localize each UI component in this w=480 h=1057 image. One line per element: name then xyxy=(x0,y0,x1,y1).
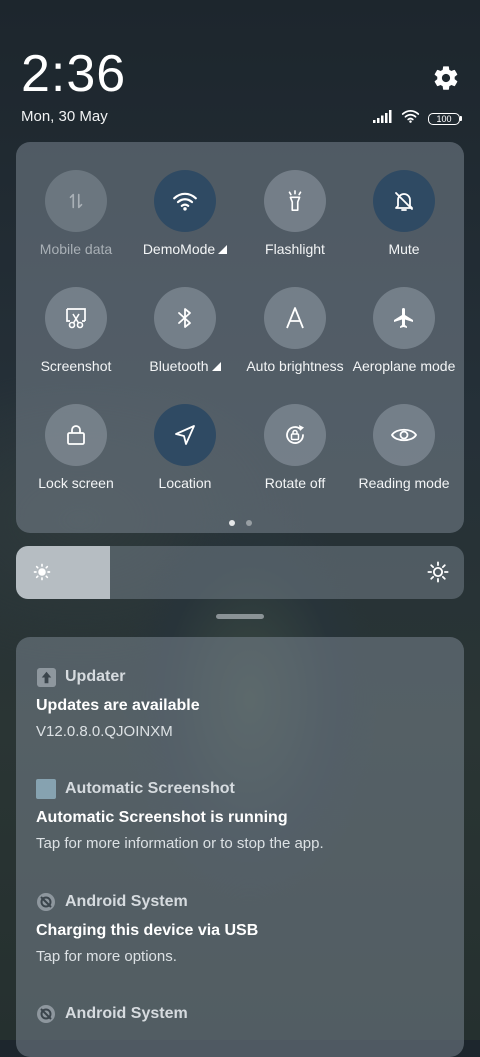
page-indicator xyxy=(16,520,464,526)
tile-label: Mobile data xyxy=(39,241,113,257)
tile-reading-mode[interactable]: Reading mode xyxy=(349,404,459,491)
android-system-icon xyxy=(36,892,56,912)
brightness-high-icon xyxy=(427,561,449,588)
notification-android-system-usb[interactable]: Android System Charging this device via … xyxy=(36,892,448,965)
updater-icon xyxy=(36,667,56,687)
tile-mute[interactable]: Mute xyxy=(349,170,459,257)
eye-icon xyxy=(373,404,435,466)
notification-title: Automatic Screenshot is running xyxy=(36,809,288,826)
tile-label: Lock screen xyxy=(38,475,114,491)
lock-icon xyxy=(45,404,107,466)
expand-corner-icon xyxy=(211,362,221,371)
wifi-icon xyxy=(401,109,420,128)
status-icons: 100 xyxy=(373,109,462,128)
notification-automatic-screenshot[interactable]: Automatic Screenshot Automatic Screensho… xyxy=(36,779,448,852)
notification-android-system[interactable]: Android System xyxy=(36,1004,448,1024)
brightness-fill xyxy=(16,546,110,599)
tile-label: Flashlight xyxy=(265,241,325,257)
mobile-data-icon xyxy=(45,170,107,232)
tile-label: Reading mode xyxy=(358,475,450,491)
signal-icon xyxy=(373,109,393,128)
battery-icon: 100 xyxy=(428,112,462,125)
panel-drag-handle[interactable] xyxy=(216,614,264,619)
wifi-icon xyxy=(154,170,216,232)
page-dot[interactable] xyxy=(245,520,252,526)
tile-label: Location xyxy=(158,475,212,491)
tile-label: Mute xyxy=(388,241,420,257)
tile-aeroplane-mode[interactable]: Aeroplane mode xyxy=(349,287,459,374)
notification-title: Charging this device via USB xyxy=(36,922,259,939)
tile-rotate-off[interactable]: Rotate off xyxy=(240,404,350,491)
notification-app-name: Updater xyxy=(65,668,126,685)
app-square-icon xyxy=(36,779,56,799)
tile-auto-brightness[interactable]: Auto brightness xyxy=(240,287,350,374)
notification-body: Tap for more options. xyxy=(36,948,177,965)
date[interactable]: Mon, 30 May xyxy=(21,108,108,125)
quick-settings-panel: Mobile data DemoMode Flashlight Mute Scr… xyxy=(16,142,464,533)
notification-app-name: Android System xyxy=(65,1005,188,1022)
auto-brightness-icon xyxy=(264,287,326,349)
tile-screenshot[interactable]: Screenshot xyxy=(21,287,131,374)
tile-demomode[interactable]: DemoMode xyxy=(130,170,240,257)
tile-flashlight[interactable]: Flashlight xyxy=(240,170,350,257)
notification-updater[interactable]: Updater Updates are available V12.0.8.0.… xyxy=(36,667,448,740)
bell-off-icon xyxy=(373,170,435,232)
notification-panel: Updater Updates are available V12.0.8.0.… xyxy=(16,637,464,1057)
notification-body: Tap for more information or to stop the … xyxy=(36,835,324,852)
flashlight-icon xyxy=(264,170,326,232)
notification-title: Updates are available xyxy=(36,697,200,714)
notification-app-name: Automatic Screenshot xyxy=(65,780,235,797)
tile-label: Aeroplane mode xyxy=(352,358,456,374)
aeroplane-icon xyxy=(373,287,435,349)
brightness-low-icon xyxy=(33,563,51,586)
settings-gear-icon[interactable] xyxy=(432,64,460,92)
tile-label: Auto brightness xyxy=(246,358,344,374)
notification-body: V12.0.8.0.QJOINXM xyxy=(36,723,173,740)
tile-label: Screenshot xyxy=(40,358,112,374)
tile-bluetooth[interactable]: Bluetooth xyxy=(130,287,240,374)
tile-label: DemoMode xyxy=(142,241,216,257)
android-system-icon xyxy=(36,1004,56,1024)
notification-app-name: Android System xyxy=(65,893,188,910)
expand-corner-icon xyxy=(218,245,228,254)
tile-label: Bluetooth xyxy=(149,358,209,374)
bluetooth-icon xyxy=(154,287,216,349)
battery-level: 100 xyxy=(428,112,460,125)
page-dot-active xyxy=(228,520,235,526)
brightness-slider[interactable] xyxy=(16,546,464,599)
tile-label: Rotate off xyxy=(264,475,326,491)
tile-location[interactable]: Location xyxy=(130,404,240,491)
tile-lock-screen[interactable]: Lock screen xyxy=(21,404,131,491)
tile-mobile-data[interactable]: Mobile data xyxy=(21,170,131,257)
screenshot-icon xyxy=(45,287,107,349)
location-icon xyxy=(154,404,216,466)
rotate-lock-icon xyxy=(264,404,326,466)
clock[interactable]: 2:36 xyxy=(21,46,126,102)
